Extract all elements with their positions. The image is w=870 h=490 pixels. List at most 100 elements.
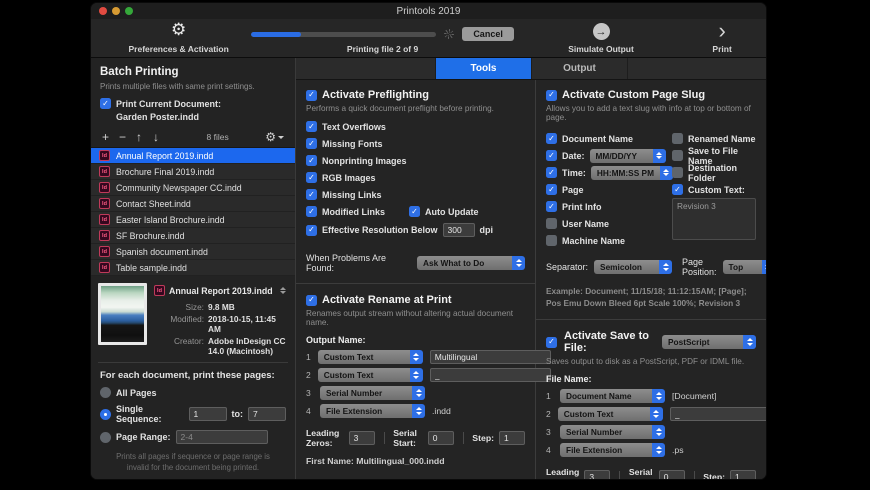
page-range-input[interactable]: [175, 430, 268, 444]
file-row[interactable]: Id Spanish document.indd: [91, 244, 295, 260]
file-row[interactable]: Id SF Brochure.indd: [91, 228, 295, 244]
time-format-dropdown[interactable]: HH:MM:SS PM: [590, 165, 673, 180]
indesign-icon: Id: [99, 262, 110, 273]
rename-row3-type-dropdown[interactable]: Serial Number: [320, 386, 425, 400]
rename-row1-input[interactable]: [429, 350, 551, 364]
activate-rename-checkbox[interactable]: [306, 294, 317, 306]
file-name: Contact Sheet.indd: [116, 198, 191, 209]
file-stepper[interactable]: [280, 287, 286, 294]
tab-bar: Tools Output: [296, 58, 766, 80]
page-position-dropdown[interactable]: Top: [722, 260, 766, 274]
add-file-button[interactable]: +: [102, 131, 119, 143]
time-label: Time:: [562, 167, 586, 178]
missing-links-checkbox[interactable]: [306, 189, 317, 200]
activate-save-to-file-checkbox[interactable]: [546, 336, 557, 348]
leading-zeros-input[interactable]: [348, 431, 375, 445]
single-sequence-radio[interactable]: [100, 408, 111, 420]
simulate-output-button[interactable]: → Simulate Output: [514, 19, 688, 57]
file-name: Table sample.indd: [116, 262, 187, 273]
step-input[interactable]: [499, 431, 526, 445]
problems-found-dropdown[interactable]: Ask What to Do: [417, 256, 525, 270]
move-up-button[interactable]: ↑: [136, 131, 153, 143]
rename-row4-type-dropdown[interactable]: File Extension: [320, 404, 425, 418]
app-window: Printools 2019 ⚙ Preferences & Activatio…: [90, 2, 767, 480]
save-to-file-name-checkbox[interactable]: [672, 150, 683, 161]
indesign-icon: Id: [99, 150, 110, 161]
indesign-icon: Id: [99, 246, 110, 257]
tab-bar-spacer: [627, 58, 766, 79]
stepper-arrows-icon: [652, 148, 666, 163]
sequence-from-input[interactable]: [188, 407, 227, 421]
savefile-serial-start-input[interactable]: [658, 470, 685, 479]
print-current-label: Print Current Document:: [116, 98, 222, 109]
tab-tools[interactable]: Tools: [435, 58, 531, 79]
file-row[interactable]: Id Easter Island Brochure.indd: [91, 212, 295, 228]
missing-fonts-checkbox[interactable]: [306, 138, 317, 149]
main-toolbar: ⚙ Preferences & Activation Cancel Printi…: [91, 19, 766, 58]
rename-row2-input[interactable]: [429, 368, 551, 382]
preferences-activation-button[interactable]: ⚙ Preferences & Activation: [106, 19, 251, 57]
savefile-row4-type-dropdown[interactable]: File Extension: [560, 443, 665, 458]
rgb-images-checkbox[interactable]: [306, 172, 317, 183]
savefile-leading-zeros-input[interactable]: [584, 470, 611, 479]
file-row[interactable]: Id Contact Sheet.indd: [91, 196, 295, 212]
tools-right-column: Activate Custom Page Slug Allows you to …: [536, 80, 766, 479]
sequence-to-input[interactable]: [248, 407, 286, 421]
effective-resolution-checkbox[interactable]: [306, 224, 317, 236]
all-pages-radio[interactable]: [100, 387, 111, 398]
savefile-row1-type-dropdown[interactable]: Document Name: [560, 389, 665, 404]
file-row[interactable]: Id Brochure Final 2019.indd: [91, 164, 295, 180]
destination-folder-checkbox[interactable]: [672, 167, 683, 178]
page-range-radio[interactable]: [100, 431, 111, 443]
savefile-row2-type-dropdown[interactable]: Custom Text: [557, 407, 663, 422]
document-name-checkbox[interactable]: [546, 133, 557, 144]
renamed-name-checkbox[interactable]: [672, 133, 683, 144]
print-progress-bar: [251, 31, 437, 37]
tab-output[interactable]: Output: [531, 58, 627, 79]
nonprinting-images-checkbox[interactable]: [306, 155, 317, 166]
custom-text-checkbox[interactable]: [672, 184, 683, 195]
savefile-row2-input[interactable]: [669, 407, 766, 422]
print-button[interactable]: › Print: [688, 19, 756, 57]
modified-links-checkbox[interactable]: [306, 206, 317, 217]
machine-name-checkbox[interactable]: [546, 235, 557, 246]
section-divider: [296, 283, 535, 284]
cancel-button[interactable]: Cancel: [462, 27, 514, 41]
serial-start-input[interactable]: [427, 431, 454, 445]
time-checkbox[interactable]: [546, 167, 557, 178]
rename-row2-type-dropdown[interactable]: Custom Text: [317, 368, 423, 382]
row-number: 1: [306, 352, 311, 362]
remove-file-button[interactable]: −: [119, 131, 136, 143]
separator-dropdown[interactable]: Semicolon: [594, 260, 673, 274]
size-label: Size:: [185, 302, 204, 312]
user-name-checkbox[interactable]: [546, 218, 557, 229]
rename-row1-type-dropdown[interactable]: Custom Text: [317, 350, 423, 364]
file-row[interactable]: Id Community Newspaper CC.indd: [91, 180, 295, 196]
date-label: Date:: [562, 150, 585, 161]
stepper-arrows-icon: [761, 260, 766, 274]
date-format-dropdown[interactable]: MM/DD/YY: [589, 148, 666, 163]
file-row-selected[interactable]: Id Annual Report 2019.indd: [91, 148, 295, 164]
print-info-label: Print Info: [562, 201, 602, 212]
activate-slug-checkbox[interactable]: [546, 89, 557, 101]
dpi-input[interactable]: [442, 223, 475, 237]
row-number: 4: [306, 406, 311, 416]
move-down-button[interactable]: ↓: [153, 131, 170, 143]
savefile-step-input[interactable]: [730, 470, 757, 479]
file-row[interactable]: Id Table sample.indd: [91, 260, 295, 276]
auto-update-checkbox[interactable]: [409, 206, 420, 217]
custom-text-area[interactable]: Revision 3: [672, 198, 756, 240]
file-format-dropdown[interactable]: PostScript: [662, 335, 756, 350]
page-checkbox[interactable]: [546, 184, 557, 195]
list-actions-menu[interactable]: ⚙: [265, 130, 284, 144]
stepper-arrows-icon: [649, 407, 663, 422]
indesign-icon: Id: [99, 182, 110, 193]
text-overflows-checkbox[interactable]: [306, 121, 317, 132]
date-checkbox[interactable]: [546, 150, 557, 161]
print-current-checkbox[interactable]: [100, 98, 111, 109]
savefile-row3-type-dropdown[interactable]: Serial Number: [560, 425, 665, 440]
stepper-arrows-icon: [652, 389, 665, 404]
row-number: 3: [546, 427, 551, 438]
activate-preflighting-checkbox[interactable]: [306, 89, 317, 101]
print-info-checkbox[interactable]: [546, 201, 557, 212]
